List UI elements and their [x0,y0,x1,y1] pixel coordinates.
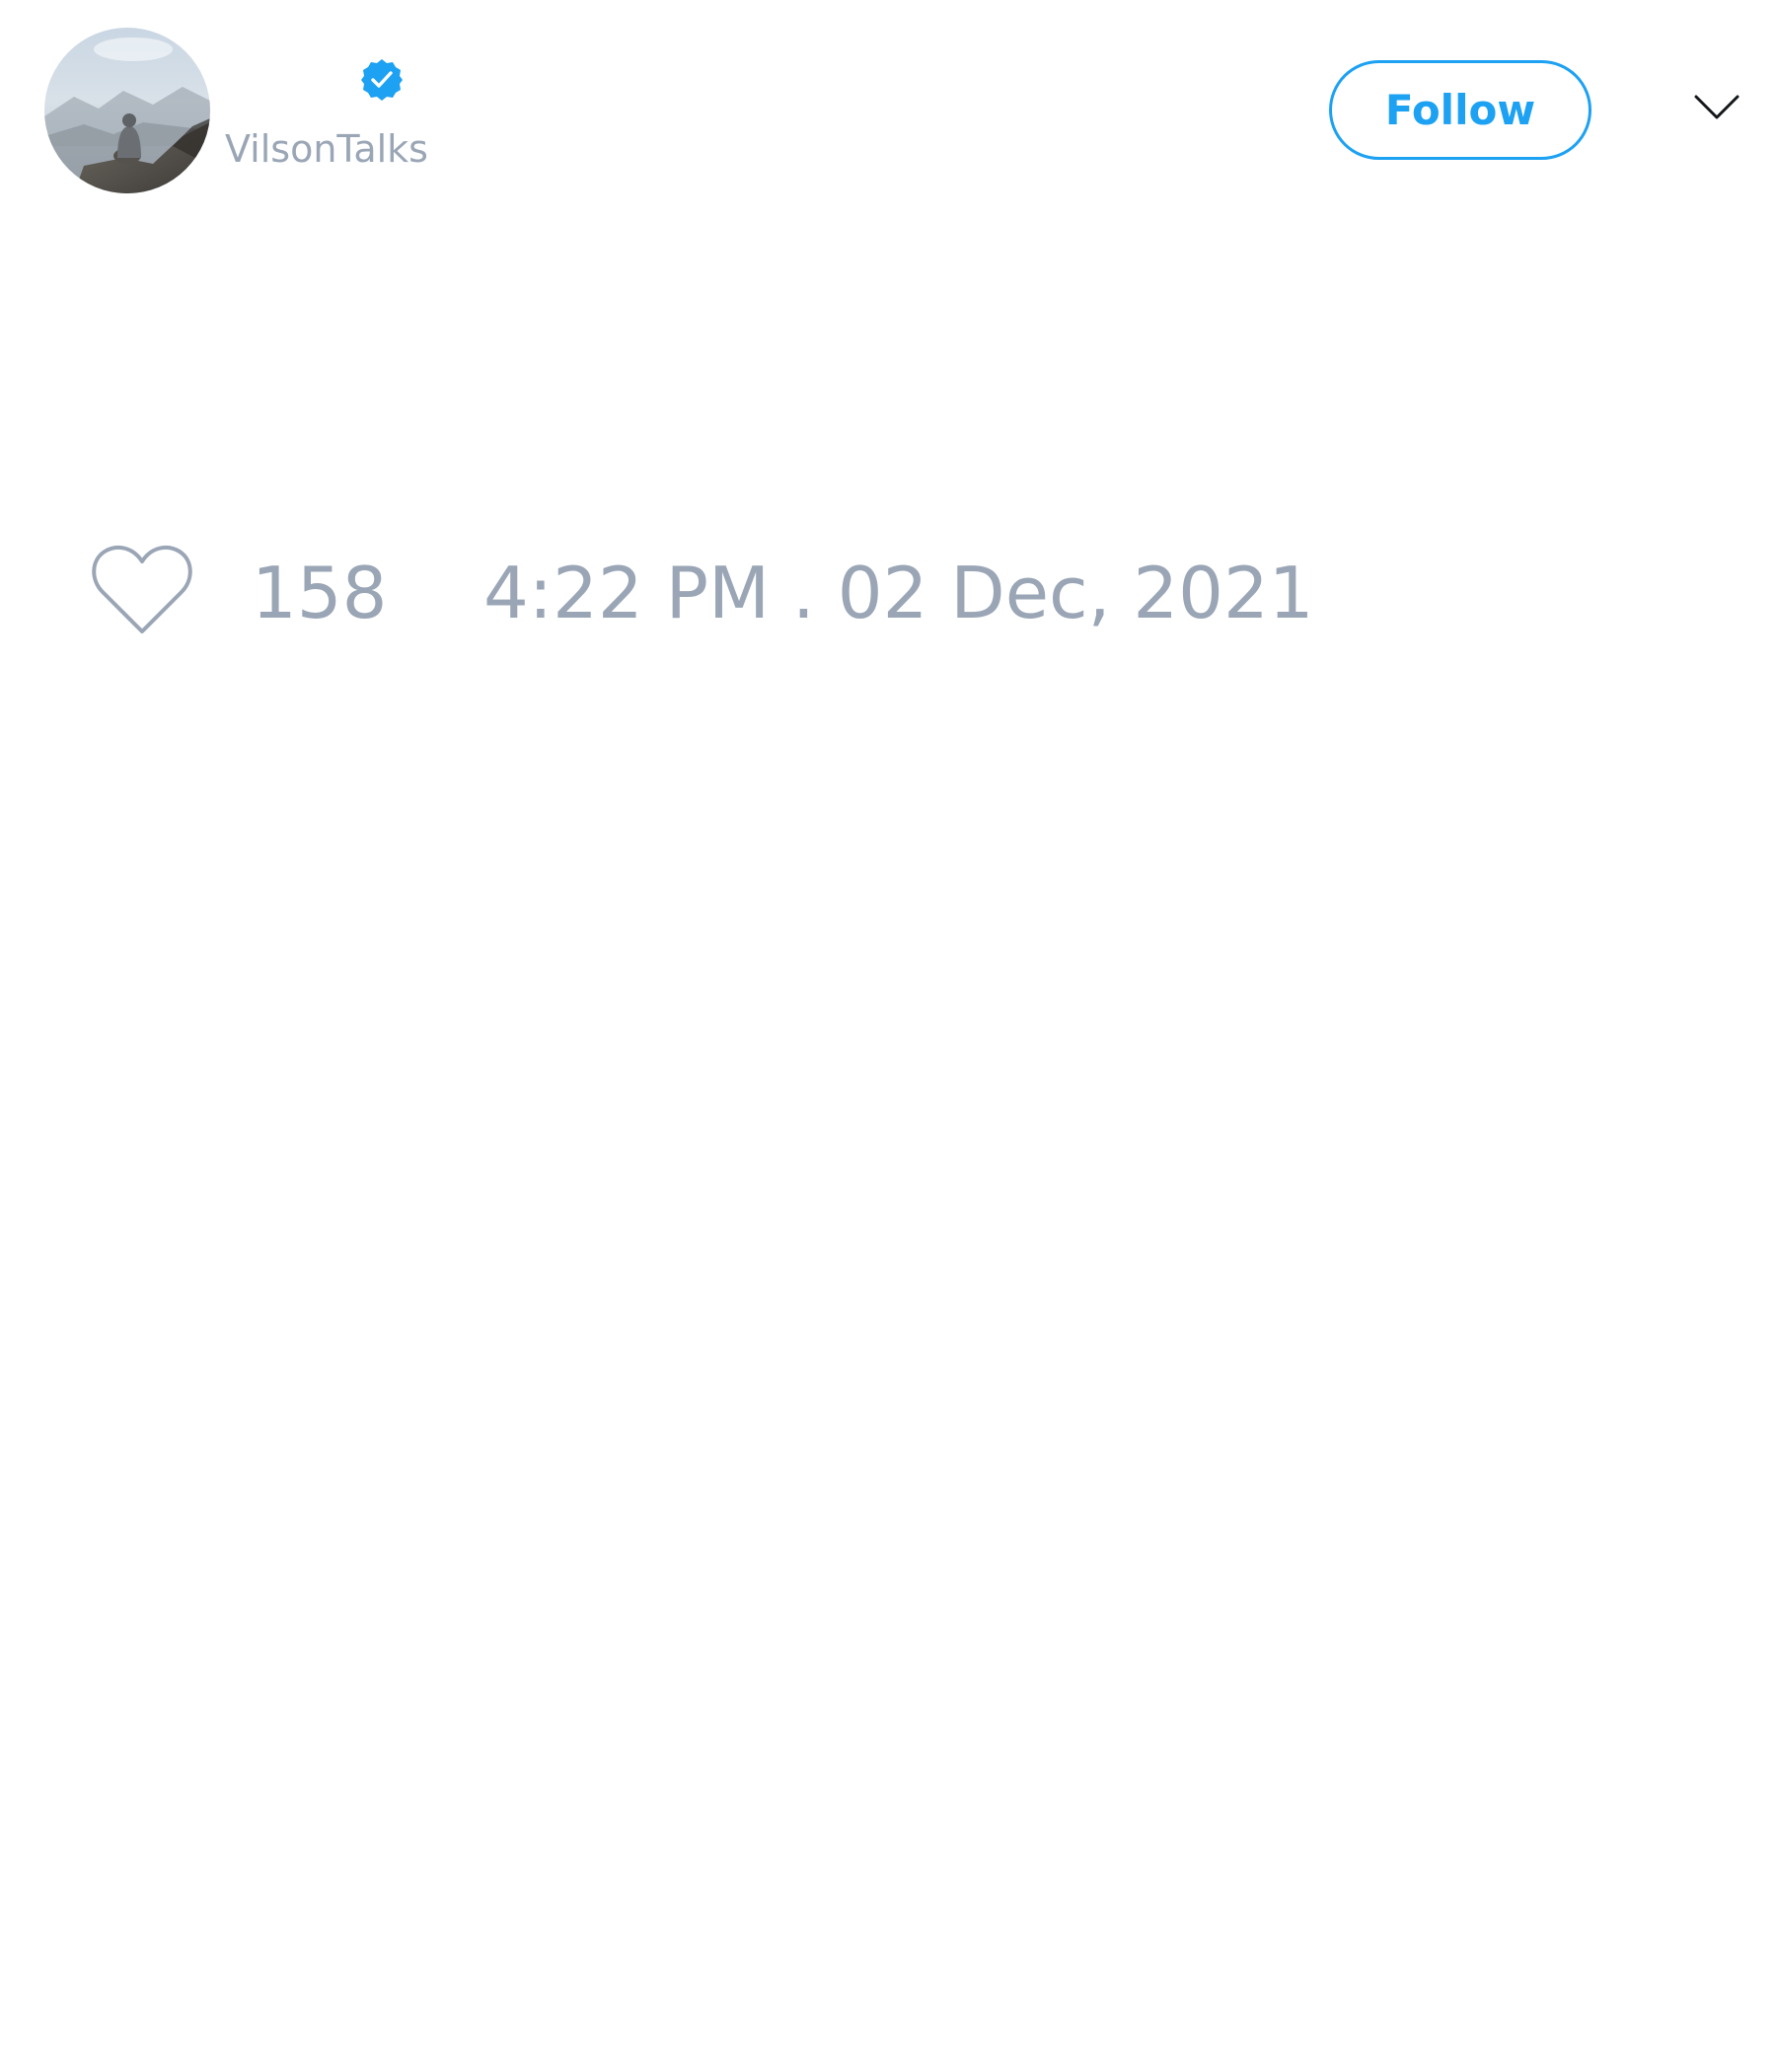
avatar-photo [44,28,210,193]
author-handle[interactable]: VilsonTalks [225,126,428,172]
tweet-meta: 158 4:22 PM . 02 Dec, 2021 [0,538,1776,646]
avatar[interactable] [44,28,210,193]
verified-badge-icon [359,57,405,103]
like-count: 158 [252,552,388,634]
tweet-timestamp[interactable]: 4:22 PM . 02 Dec, 2021 [483,552,1314,634]
follow-button[interactable]: Follow [1329,60,1591,160]
tweet-header: VilsonTalks Follow [0,0,1776,227]
chevron-down-icon[interactable] [1693,93,1740,122]
heart-outline-icon[interactable] [89,543,195,637]
